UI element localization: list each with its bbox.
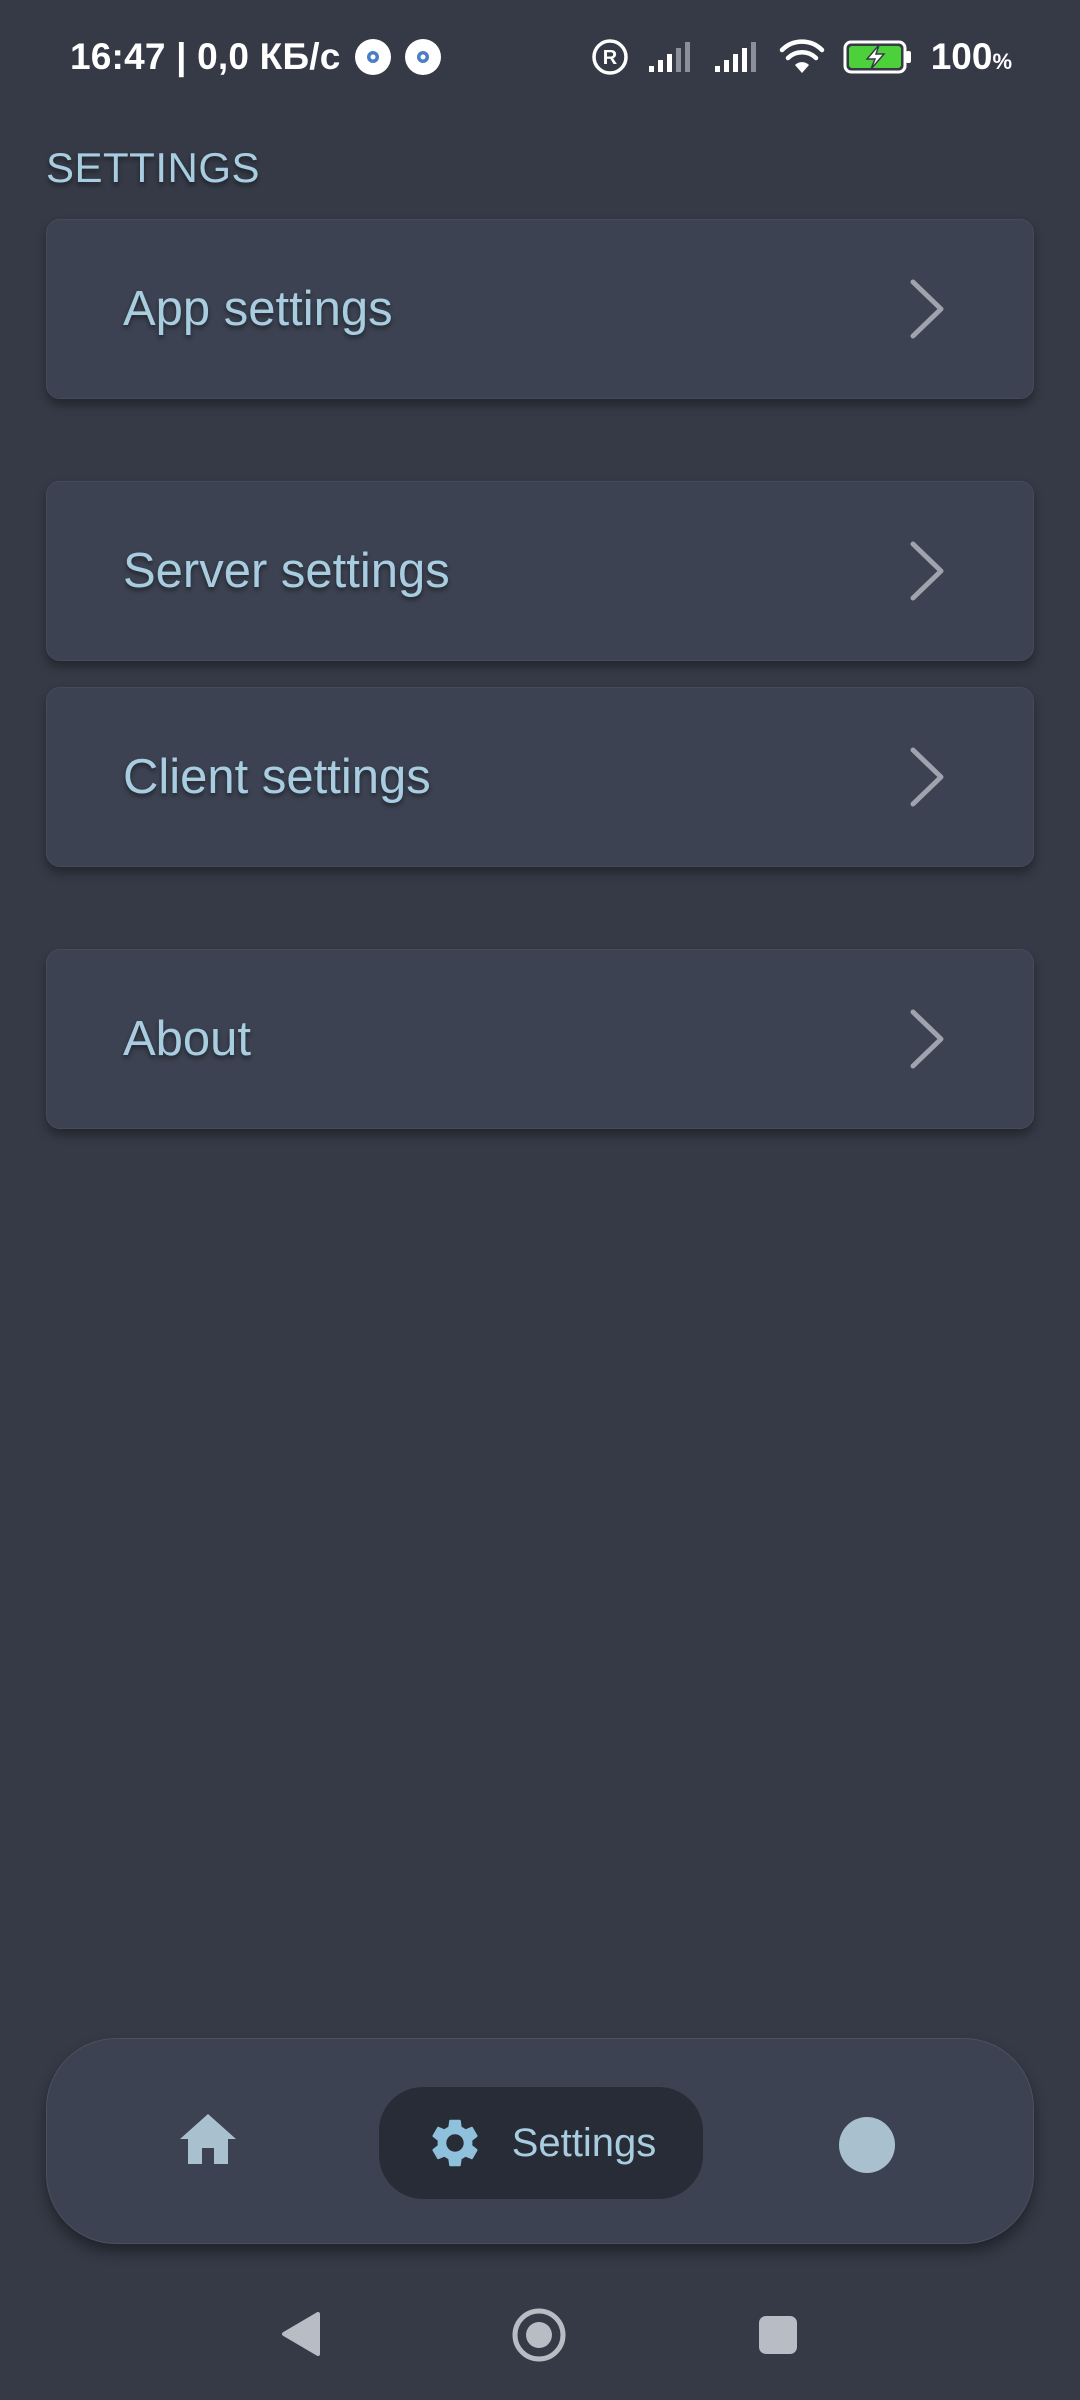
- status-left: 16:47 | 0,0 КБ/с: [70, 36, 441, 78]
- battery-charging-icon: [843, 39, 913, 75]
- chevron-right-icon: [907, 540, 947, 602]
- menu-item-label: Client settings: [123, 750, 431, 804]
- menu-item-app-settings[interactable]: App settings: [46, 219, 1034, 399]
- system-nav-bar: [0, 2290, 1080, 2380]
- circle-icon[interactable]: [839, 2117, 895, 2173]
- status-time: 16:47 | 0,0 КБ/с: [70, 36, 341, 77]
- home-circle-icon[interactable]: [510, 2306, 568, 2369]
- page-title: SETTINGS: [46, 144, 261, 191]
- svg-text:R: R: [602, 47, 617, 69]
- gear-icon: [432, 2119, 478, 2167]
- battery-percent-value: 100: [930, 36, 993, 77]
- signal-icon: [647, 40, 695, 74]
- menu-item-server-settings[interactable]: Server settings: [46, 481, 1034, 661]
- gear-notification-icon: [354, 39, 391, 75]
- chevron-right-icon: [907, 1008, 947, 1070]
- settings-screen: 16:47 | 0,0 КБ/с R 100% SETTINGS App set…: [0, 0, 1080, 2400]
- nav-home-button[interactable]: [177, 2111, 239, 2167]
- gear-notification-icon: [404, 39, 441, 75]
- battery-percent-unit: %: [992, 49, 1012, 74]
- menu-item-client-settings[interactable]: Client settings: [46, 687, 1034, 867]
- registered-icon: R: [591, 38, 629, 76]
- nav-settings-button[interactable]: Settings: [379, 2087, 703, 2199]
- recent-apps-icon[interactable]: [757, 2314, 799, 2361]
- bottom-nav: Settings: [46, 2038, 1034, 2244]
- battery-percent: 100%: [931, 36, 1012, 78]
- back-icon[interactable]: [280, 2310, 322, 2363]
- chevron-right-icon: [907, 746, 947, 808]
- home-icon: [180, 2114, 236, 2164]
- status-right: R 100%: [591, 36, 1012, 78]
- status-bar: 16:47 | 0,0 КБ/с R 100%: [0, 0, 1080, 120]
- signal-icon: [713, 40, 761, 74]
- menu-item-label: Server settings: [123, 544, 450, 598]
- menu-item-about[interactable]: About: [46, 949, 1034, 1129]
- nav-settings-label: Settings: [511, 2120, 657, 2165]
- chevron-right-icon: [907, 278, 947, 340]
- wifi-icon: [779, 39, 825, 75]
- menu-item-label: About: [123, 1012, 252, 1066]
- menu-item-label: App settings: [123, 282, 393, 336]
